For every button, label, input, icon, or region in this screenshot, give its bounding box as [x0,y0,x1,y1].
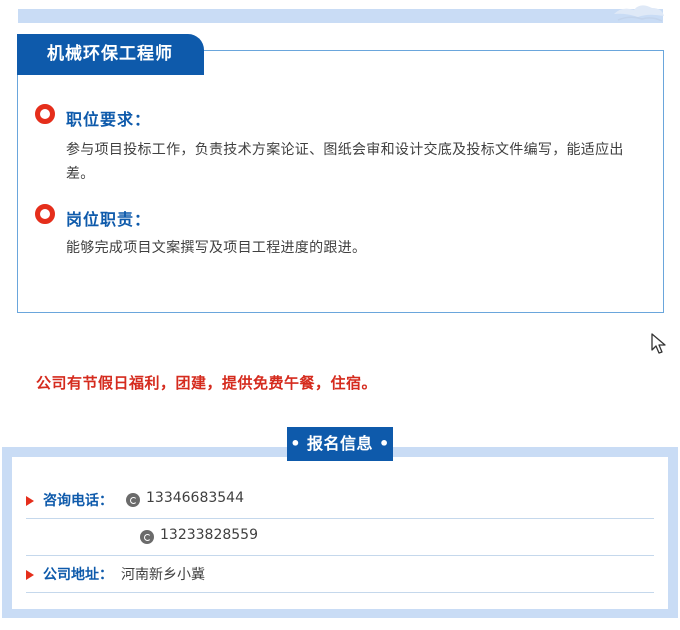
benefits-text: 公司有节假日福利，团建，提供免费午餐，住宿。 [36,374,378,392]
requirements-text: 参与项目投标工作，负责技术方案论证、图纸会审和设计交底及投标文件编写，能适应出差… [66,142,624,182]
phone-number-1[interactable]: 13346683544 [146,490,244,506]
duties-text: 能够完成项目文案撰写及项目工程进度的跟进。 [66,240,367,256]
phone-number-2[interactable]: 13233828559 [160,527,258,543]
top-decor-bar [18,9,663,23]
triangle-bullet-icon [26,496,34,506]
job-title: 机械环保工程师 [17,34,204,75]
signup-title: • 报名信息 • [287,427,393,461]
address-label: 公司地址： [43,567,113,583]
phone-label: 咨询电话： [43,493,113,509]
duties-heading: 岗位职责： [66,210,152,229]
ring-bullet-icon [35,104,55,124]
triangle-bullet-icon [26,570,34,580]
address-row: 公司地址： 河南新乡小冀 [26,556,654,593]
cursor-icon [651,333,666,354]
phone-row-2: 13233828559 [26,519,654,556]
cloud-icon [614,5,664,22]
phone-row-1: 咨询电话： 13346683544 [26,482,654,519]
phone-icon [126,493,140,507]
phone-icon [140,530,154,544]
ring-bullet-icon [35,204,55,224]
address-value: 河南新乡小冀 [121,567,205,583]
requirements-heading: 职位要求： [66,110,152,129]
